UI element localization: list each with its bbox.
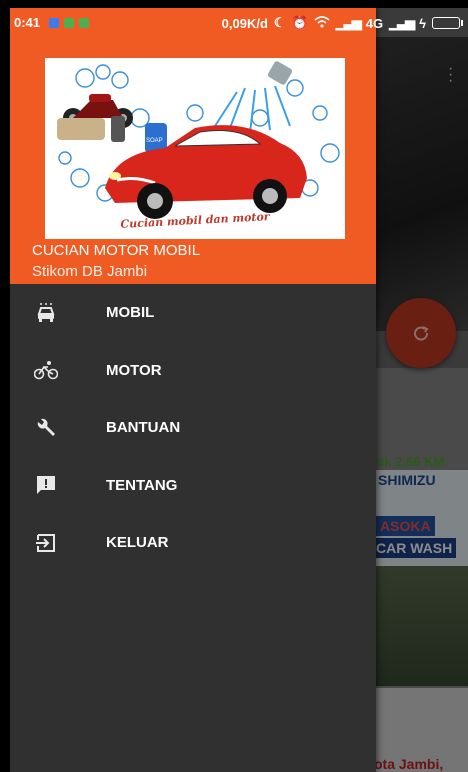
menu-item-keluar[interactable]: KELUAR: [10, 514, 376, 572]
menu-label: MOBIL: [106, 304, 155, 322]
app-frame: · · · rak 2.66 KM SHIMIZU ASOKA CAR WASH o…: [10, 8, 468, 772]
battery-icon: [432, 17, 463, 29]
menu-label: BANTUAN: [106, 419, 181, 437]
car-icon: [32, 299, 60, 327]
notification-icon: [49, 17, 60, 28]
drawer-header: SOAP Cucian mobil dan motor CUCIAN MOTOR…: [10, 8, 376, 284]
menu-item-bantuan[interactable]: BANTUAN: [10, 399, 376, 457]
exit-icon: [32, 529, 60, 557]
app-logo: SOAP Cucian mobil dan motor: [45, 58, 345, 239]
notification-icon: [64, 17, 75, 28]
scrim-overlay[interactable]: [376, 8, 468, 772]
menu-item-tentang[interactable]: TENTANG: [10, 457, 376, 515]
menu-label: MOTOR: [106, 361, 162, 379]
alarm-icon: ⏰: [291, 15, 308, 30]
network-type: 4G: [365, 15, 384, 31]
notification-icon: [79, 17, 90, 28]
moon-icon: ☾: [273, 15, 286, 30]
menu-item-mobil[interactable]: MOBIL: [10, 284, 376, 342]
menu-item-motor[interactable]: MOTOR: [10, 342, 376, 400]
signal-icon: ▁▃▅: [389, 15, 415, 30]
status-time: 0:41: [14, 15, 41, 30]
signal-icon: ▁▃▅: [335, 15, 362, 30]
drawer-subtitle: Stikom DB Jambi: [32, 263, 148, 280]
feedback-icon: [32, 471, 60, 499]
drawer-title: CUCIAN MOTOR MOBIL: [32, 242, 201, 259]
network-speed: 0,09K/d: [221, 15, 268, 31]
soap-label: SOAP: [146, 138, 163, 144]
charging-icon: ϟ: [419, 15, 426, 31]
menu-label: KELUAR: [106, 534, 169, 552]
wrench-icon: [32, 414, 60, 442]
bicycle-icon: [32, 356, 60, 384]
wifi-icon: [314, 15, 330, 31]
navigation-drawer: SOAP Cucian mobil dan motor CUCIAN MOTOR…: [10, 8, 376, 772]
drawer-menu: MOBIL MOTOR BANTUAN TENTANG KELUAR: [10, 284, 376, 572]
menu-label: TENTANG: [106, 476, 178, 494]
status-bar: 0:41 0,09K/d ☾ ⏰ ▁▃▅ 4G ▁▃▅ ϟ: [10, 8, 468, 37]
